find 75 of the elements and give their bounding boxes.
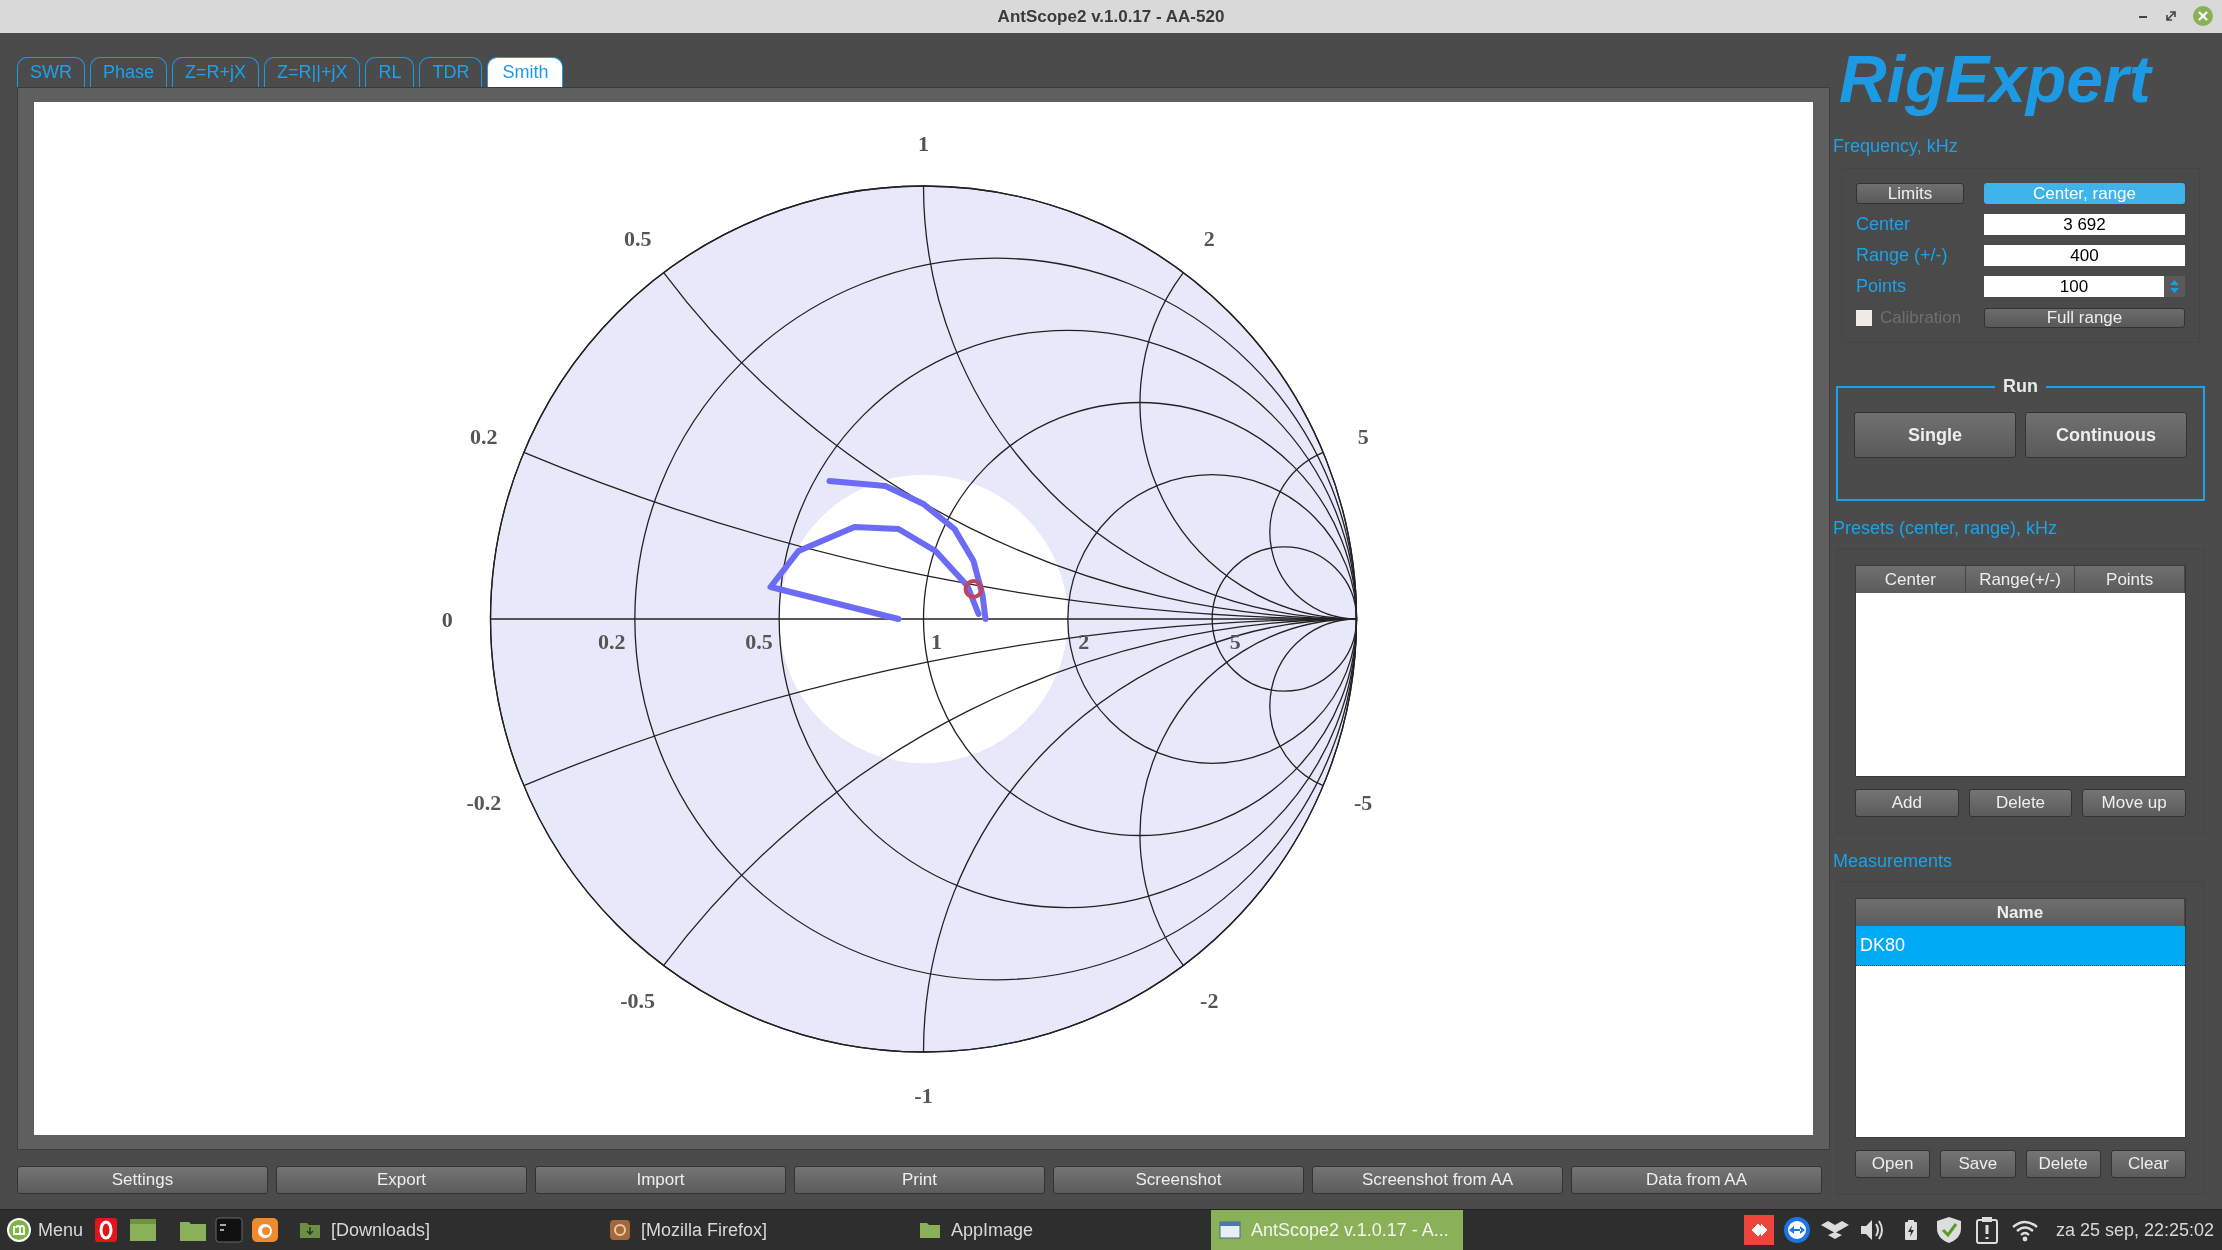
tab[interactable]: Smith — [487, 57, 564, 87]
tab[interactable]: RL — [365, 57, 415, 87]
toolbar-button[interactable]: Export — [276, 1165, 527, 1194]
axis-label: 5 — [1357, 423, 1369, 449]
group-title: Run — [2002, 375, 2039, 398]
taskbar-window-button[interactable]: [Mozilla Firefox] — [601, 1209, 852, 1250]
axis-label: 0.2 — [470, 423, 498, 449]
column-header[interactable]: Name — [1856, 899, 2185, 926]
taskbar-window-button[interactable]: AppImage — [911, 1209, 1152, 1250]
taskbar-window-button[interactable]: [Downloads] — [291, 1209, 542, 1250]
marker-ring — [963, 579, 984, 599]
menu-button[interactable]: Menu — [0, 1209, 94, 1250]
field-label: Center — [1856, 213, 1911, 236]
input-field[interactable]: 400 — [1984, 245, 2185, 266]
window-label: [Mozilla Firefox] — [641, 1218, 768, 1242]
axis-label: -0.2 — [466, 790, 502, 816]
window-title: AntScope2 v.1.0.17 - AA-520 — [997, 5, 1225, 28]
axis-label: 2 — [1078, 629, 1090, 654]
axis-label: -1 — [914, 1083, 933, 1109]
toolbar-button[interactable]: Screenshot — [1053, 1165, 1304, 1194]
column-header[interactable]: Range(+/-) — [1965, 566, 2076, 593]
run-button[interactable]: Continuous — [2025, 412, 2187, 458]
toolbar-button[interactable]: Data from AA — [1571, 1165, 1822, 1194]
spin-arrows-icon — [2164, 276, 2185, 297]
field-label: Range (+/-) — [1856, 244, 1948, 267]
axis-label: 0.2 — [598, 629, 626, 654]
full-range-button[interactable]: Full range — [1984, 307, 2185, 328]
field-label: Points — [1856, 275, 1907, 298]
panel-button[interactable]: Delete — [2025, 1150, 2101, 1178]
logo: RigExpert — [1838, 41, 2154, 118]
tab[interactable]: Z=R||+jX — [264, 57, 361, 87]
run-button[interactable]: Single — [1854, 412, 2016, 458]
toolbar-button[interactable]: Screenshot from AA — [1312, 1165, 1563, 1194]
window-label: AntScope2 v.1.0.17 - A... — [1251, 1218, 1449, 1242]
axis-label: 2 — [1203, 225, 1215, 251]
clock[interactable]: za 25 sep, 22:25:02 — [2055, 1216, 2222, 1244]
app-icon — [609, 1219, 632, 1241]
window-label: AppImage — [951, 1218, 1034, 1242]
section-title: Frequency, kHz — [1833, 135, 1959, 158]
axis-label: 1 — [931, 629, 942, 654]
panel-button[interactable]: Save — [1940, 1150, 2016, 1178]
column-header[interactable]: Center — [1856, 566, 1966, 593]
axis-label: 0.5 — [745, 629, 773, 654]
tab[interactable]: Phase — [90, 57, 168, 87]
mode-button[interactable]: Limits — [1856, 183, 1964, 204]
panel-button[interactable]: Open — [1855, 1150, 1931, 1178]
panel-button[interactable]: Add — [1855, 789, 1959, 817]
axis-label: 0 — [441, 607, 453, 632]
axis-label: 0.5 — [623, 225, 652, 251]
axis-label: -5 — [1354, 790, 1373, 816]
panel-button[interactable]: Clear — [2110, 1150, 2186, 1178]
column-header[interactable]: Points — [2075, 566, 2185, 593]
tab[interactable]: TDR — [419, 57, 483, 87]
arrows-circle-icon[interactable] — [1781, 1215, 1812, 1245]
tab[interactable]: Z=R+jX — [172, 57, 260, 87]
section-title: Presets (center, range), kHz — [1833, 517, 2059, 540]
axis-label: 1 — [918, 130, 929, 156]
axis-label: -2 — [1200, 988, 1219, 1014]
axis-label: 5 — [1229, 629, 1241, 654]
input-field[interactable]: 100 — [1984, 276, 2164, 297]
window-icon[interactable] — [129, 1216, 158, 1244]
tab[interactable]: SWR — [17, 57, 85, 87]
restore-icon[interactable] — [2164, 9, 2178, 23]
toolbar-button[interactable]: Print — [794, 1165, 1045, 1194]
toolbar-button[interactable]: Import — [535, 1165, 786, 1194]
panel-button[interactable]: Delete — [1968, 789, 2073, 817]
window-icon — [1219, 1219, 1242, 1241]
section-title: Measurements — [1833, 850, 1954, 873]
table-row[interactable]: DK80 — [1856, 926, 2185, 966]
window-label: [Downloads] — [331, 1218, 431, 1242]
panel-button[interactable]: Move up — [2082, 789, 2186, 817]
toolbar-button[interactable]: Settings — [17, 1165, 268, 1194]
terminal-icon[interactable] — [215, 1216, 244, 1244]
input-field[interactable]: 3 692 — [1984, 214, 2185, 235]
axis-label: -0.5 — [620, 988, 656, 1014]
